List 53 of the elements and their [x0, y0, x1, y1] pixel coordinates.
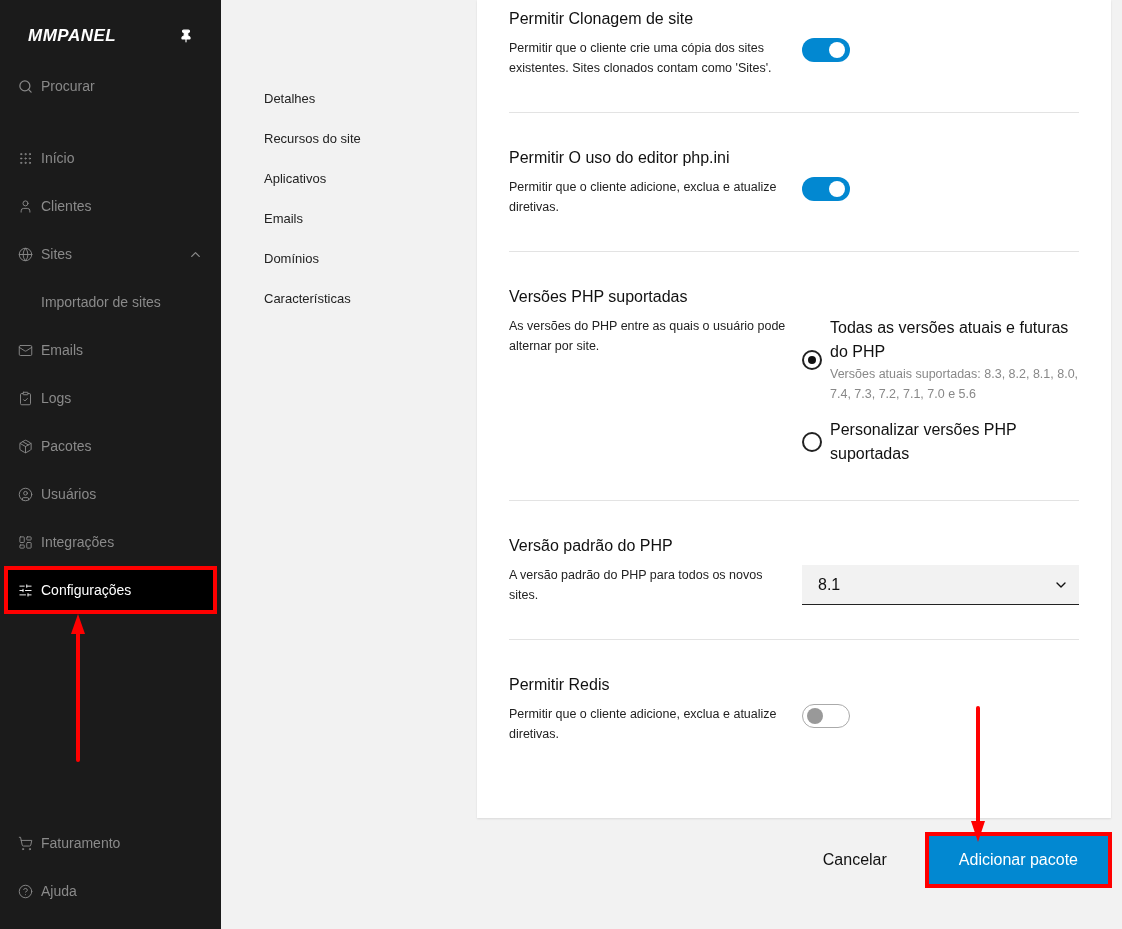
sidebar-item[interactable]: Faturamento: [4, 819, 217, 867]
setting-title: Permitir Clonagem de site: [509, 10, 695, 28]
setting-description: As versões do PHP entre as quais o usuário pode alternar por site.: [509, 318, 787, 355]
sidebar-item[interactable]: Pacotes: [4, 422, 217, 470]
setting-description: Permitir que o cliente adicione, exclua e atualize diretivas.: [509, 179, 778, 216]
toggle-switch[interactable]: [802, 38, 850, 62]
search-field[interactable]: Procurar: [4, 70, 217, 102]
setting-title: Permitir O uso do editor php.ini: [509, 149, 731, 167]
box-icon: [18, 438, 33, 454]
sidebar-subitem[interactable]: Importador de sites: [4, 278, 217, 326]
logo: MMPANEL: [28, 26, 117, 46]
user-icon: [18, 198, 33, 214]
radio-label: Personalizar versões PHP suportadas: [830, 420, 1018, 464]
setting-title: Permitir Redis: [509, 676, 611, 694]
sidebar-item[interactable]: Usuários: [4, 470, 217, 518]
radio-button[interactable]: [802, 432, 822, 452]
toggle-switch[interactable]: [802, 704, 850, 728]
globe-icon: [18, 246, 33, 262]
sliders-icon: [18, 582, 33, 598]
blocks-icon: [18, 534, 33, 550]
pin-icon[interactable]: [179, 29, 193, 43]
mail-icon: [18, 342, 33, 358]
sidebar-item[interactable]: Emails: [4, 326, 217, 374]
grid-icon: [18, 150, 33, 166]
toggle-switch[interactable]: [802, 177, 850, 201]
sidebar-item[interactable]: Logs: [4, 374, 217, 422]
section-link[interactable]: Detalhes: [264, 78, 477, 118]
setting-title: Versão padrão do PHP: [509, 537, 674, 555]
setting-description: Permitir que o cliente adicione, exclua e atualize diretivas.: [509, 706, 778, 743]
section-link[interactable]: Características: [264, 278, 477, 318]
sidebar-item[interactable]: Configurações: [4, 566, 217, 614]
sidebar-item[interactable]: Integrações: [4, 518, 217, 566]
sidebar-item[interactable]: Sites: [4, 230, 217, 278]
clipboard-icon: [18, 390, 33, 406]
version-select[interactable]: 8.1: [802, 565, 1079, 605]
section-link[interactable]: Emails: [264, 198, 477, 238]
radio-hint: Versões atuais suportadas: 8.3, 8.2, 8.1, 8.0, 7.4, 7.3, 7.2, 7.1, 7.0 e 5.6: [830, 366, 1079, 403]
sidebar-item[interactable]: Ajuda: [4, 867, 217, 915]
section-link[interactable]: Domínios: [264, 238, 477, 278]
cart-icon: [18, 835, 33, 851]
sidebar-item[interactable]: Clientes: [4, 182, 217, 230]
setting-description: Permitir que o cliente crie uma cópia dos sites existentes. Sites clonados contam como 'Sites'.: [509, 40, 773, 77]
help-icon: [18, 883, 33, 899]
setting-title: Versões PHP suportadas: [509, 288, 689, 306]
cancel-button[interactable]: Cancelar: [816, 850, 893, 870]
section-link[interactable]: Aplicativos: [264, 158, 477, 198]
radio-button[interactable]: [802, 350, 822, 370]
section-link[interactable]: Recursos do site: [264, 118, 477, 158]
search-icon: [18, 78, 33, 94]
setting-description: A versão padrão do PHP para todos os novos sites.: [509, 567, 764, 604]
radio-label: Todas as versões atuais e futuras do PHP: [830, 318, 1070, 362]
user-circle-icon: [18, 486, 33, 502]
sidebar-item[interactable]: Início: [4, 134, 217, 182]
